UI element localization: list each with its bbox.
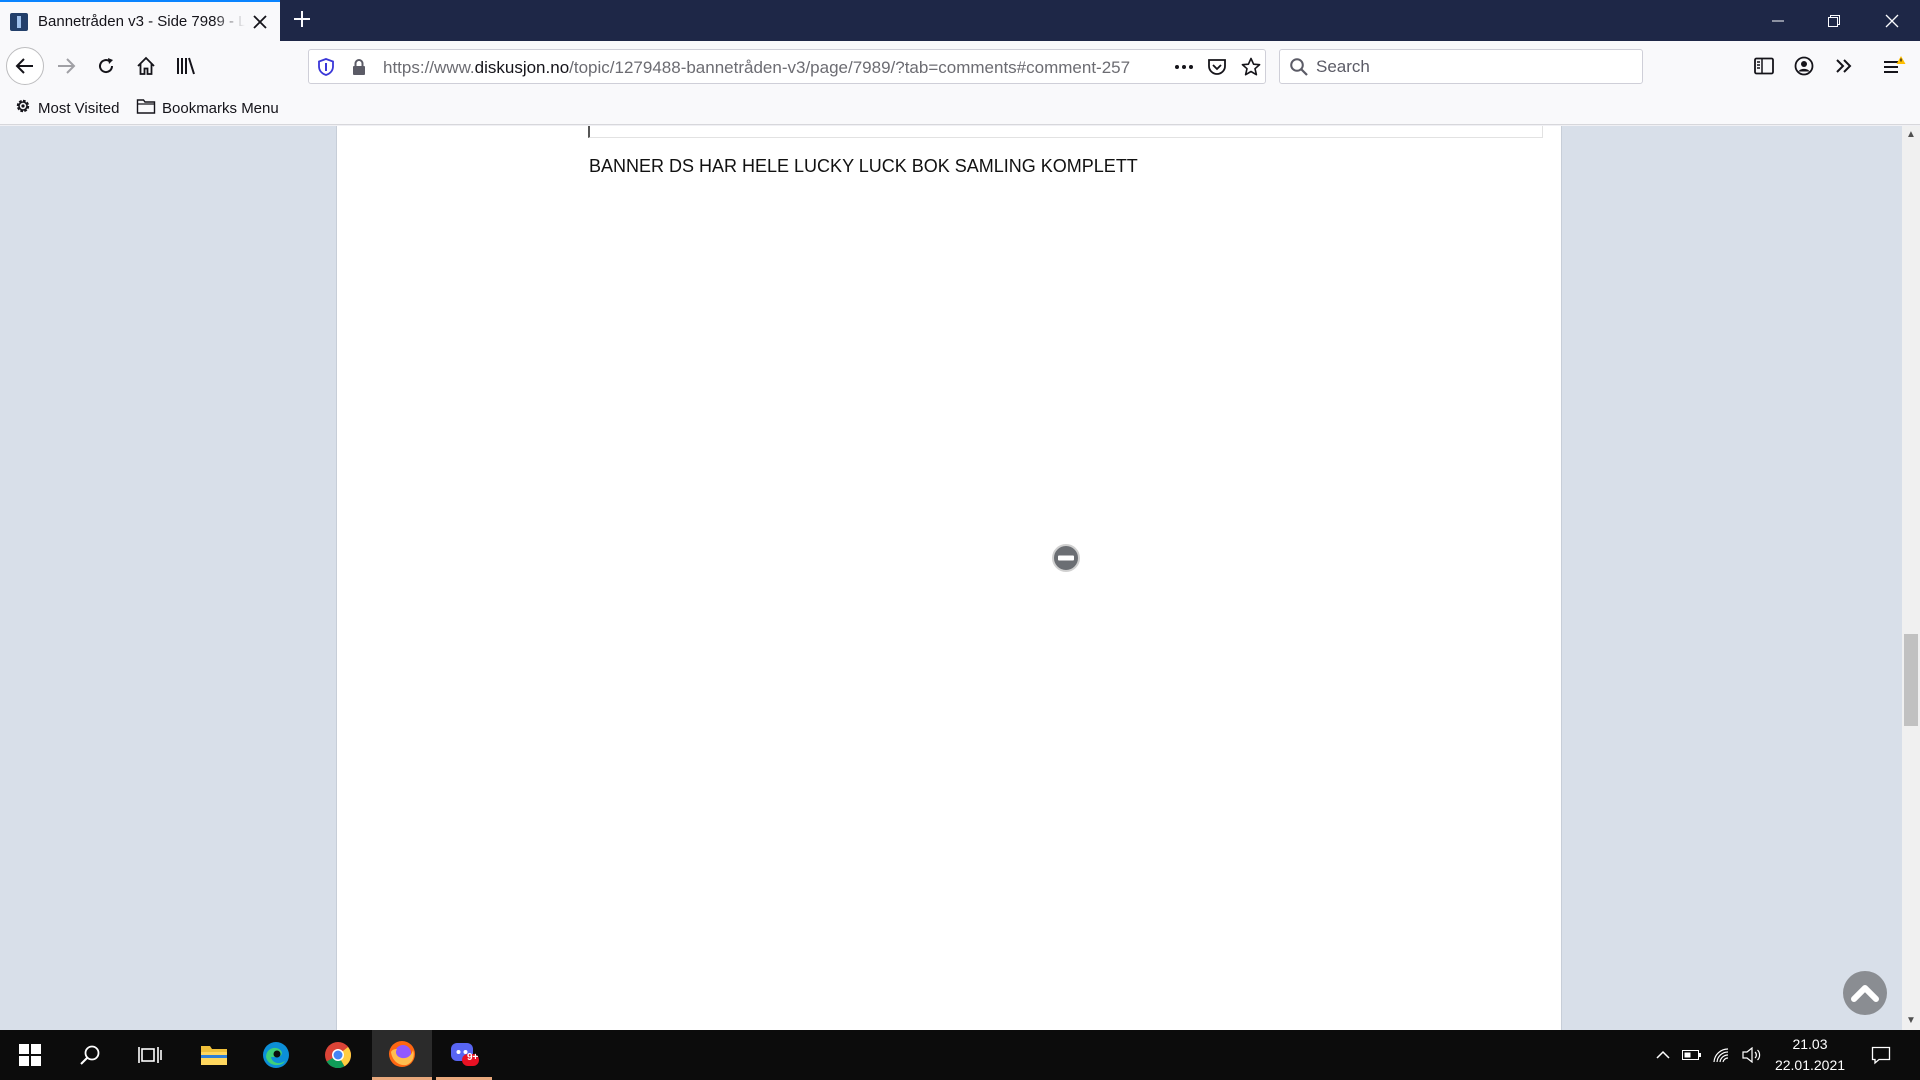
close-window-button[interactable] [1864,0,1920,41]
tab-active[interactable]: Bannetråden v3 - Side 7989 - Li [0,0,280,41]
url-bar[interactable]: https://www.diskusjon.no/topic/1279488-b… [308,49,1266,84]
navigation-toolbar: https://www.diskusjon.no/topic/1279488-b… [0,41,1920,91]
app-menu-hamburger-icon[interactable] [1876,48,1912,84]
post-body-text: BANNER DS HAR HELE LUCKY LUCK BOK SAMLIN… [589,156,1138,176]
new-tab-button[interactable] [288,6,316,34]
bookmark-label: Bookmarks Menu [162,99,279,117]
discord-icon[interactable]: 9+ [436,1030,492,1080]
battery-icon[interactable] [1678,1030,1706,1080]
home-button[interactable] [128,48,164,84]
search-icon [1289,57,1309,81]
url-text: https://www.diskusjon.no/topic/1279488-b… [383,58,1165,78]
windows-start-icon[interactable] [2,1030,58,1080]
chrome-browser-icon[interactable] [310,1030,366,1080]
windows-taskbar: 9+ 21.03 22.01.2021 [0,1030,1920,1080]
bookmarks-toolbar: Most Visited Bookmarks Menu [0,91,1920,125]
page-actions-menu-icon[interactable] [1173,57,1195,81]
padlock-icon[interactable] [351,58,367,80]
account-icon[interactable] [1786,48,1822,84]
quote-block [588,126,1543,138]
taskbar-search-icon[interactable] [62,1030,118,1080]
bookmark-bookmarks-menu[interactable]: Bookmarks Menu [136,97,279,119]
overflow-chevron-icon[interactable] [1826,48,1862,84]
back-button[interactable] [6,47,44,85]
scroll-up-arrow-icon[interactable]: ▲ [1902,126,1920,144]
minimize-button[interactable] [1750,0,1806,41]
task-view-icon[interactable] [122,1030,178,1080]
gear-icon [14,97,32,119]
reload-button[interactable] [88,48,124,84]
file-explorer-icon[interactable] [186,1030,242,1080]
tab-close-icon[interactable] [251,12,270,32]
wifi-icon[interactable] [1708,1030,1736,1080]
edge-browser-icon[interactable] [248,1030,304,1080]
restore-button[interactable] [1806,0,1862,41]
bookmark-star-icon[interactable] [1241,57,1261,81]
url-prefix: https://www. [383,58,475,77]
url-host: diskusjon.no [474,58,570,77]
show-hidden-icons-chevron-icon[interactable] [1650,1030,1676,1080]
forward-button[interactable] [48,48,84,84]
tracking-protection-shield-icon[interactable] [317,58,335,80]
firefox-browser-icon[interactable] [372,1030,432,1080]
pocket-icon[interactable] [1207,57,1227,81]
site-favicon-icon [10,12,28,31]
tab-strip: Bannetråden v3 - Side 7989 - Li [0,0,1920,41]
blocked-media-icon [1051,543,1081,573]
scroll-to-top-button[interactable] [1843,971,1887,1015]
vertical-scrollbar[interactable]: ▲ ▼ [1902,126,1920,1030]
scroll-down-arrow-icon[interactable]: ▼ [1902,1012,1920,1030]
sidebar-toggle-icon[interactable] [1746,48,1782,84]
post-content-panel: BANNER DS HAR HELE LUCKY LUCK BOK SAMLIN… [336,126,1562,1030]
search-bar[interactable] [1279,49,1643,84]
tab-title: Bannetråden v3 - Side 7989 - Li [38,13,245,30]
search-input[interactable] [1316,50,1636,83]
action-center-notification-icon[interactable] [1864,1030,1898,1080]
clock-time: 21.03 [1792,1036,1828,1052]
library-icon[interactable] [168,48,204,84]
page-viewport: BANNER DS HAR HELE LUCKY LUCK BOK SAMLIN… [0,126,1902,1030]
system-clock[interactable]: 21.03 22.01.2021 [1760,1034,1860,1076]
bookmark-most-visited[interactable]: Most Visited [14,97,119,119]
scrollbar-thumb[interactable] [1904,634,1918,726]
clock-date: 22.01.2021 [1774,1057,1846,1073]
bookmark-label: Most Visited [38,99,120,117]
url-path: /topic/1279488-bannetråden-v3/page/7989/… [569,58,1131,77]
folder-icon [136,97,156,119]
discord-badge: 9+ [467,1052,479,1063]
